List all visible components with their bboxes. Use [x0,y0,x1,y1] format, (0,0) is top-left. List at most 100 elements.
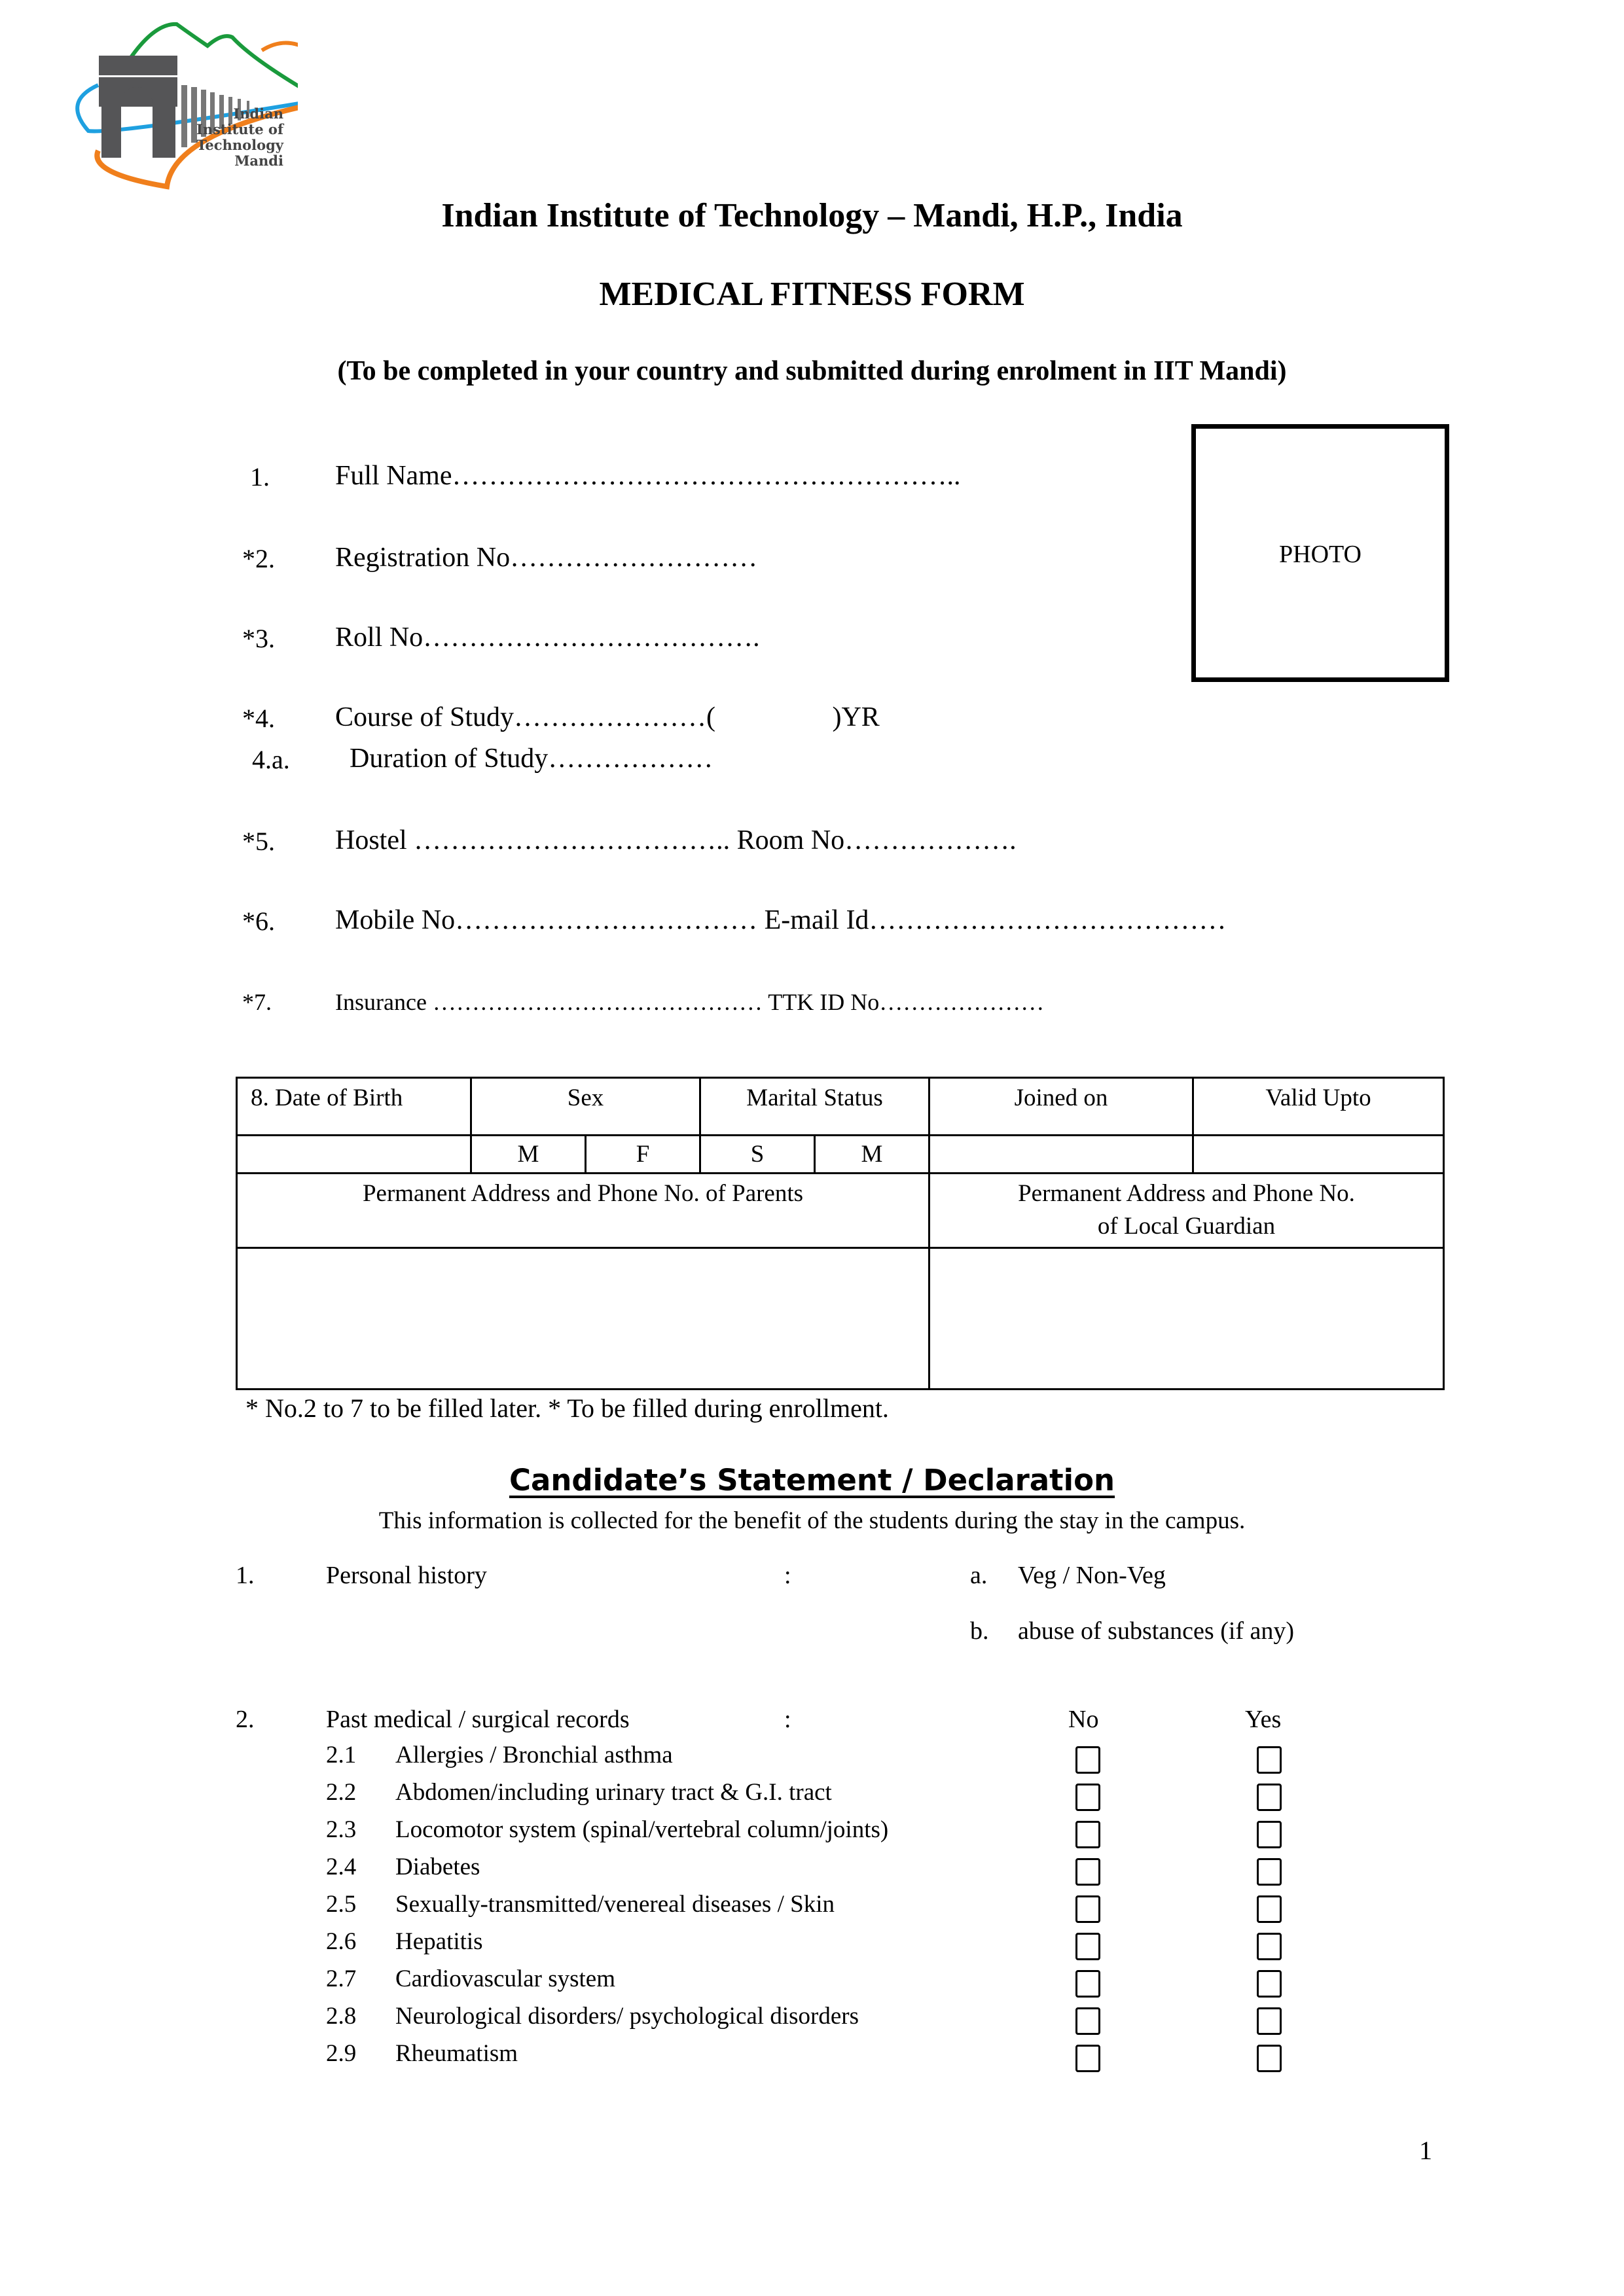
marital-married-label: M [861,1141,883,1168]
past-records-number: 2. [236,1706,255,1733]
parents-address-label: Permanent Address and Phone No. of Paren… [362,1180,804,1207]
declaration-heading: Candidate’s Statement / Declaration [509,1463,1115,1498]
record-no-checkbox[interactable] [1075,2045,1100,2072]
insurance-ttk-field[interactable]: Insurance …………………………………… TTK ID No………………… [335,988,1044,1016]
valid-upto-header-label: Valid Upto [1265,1085,1371,1111]
record-yes-checkbox[interactable] [1257,2045,1282,2072]
marital-married-cell[interactable]: M [814,1134,930,1174]
column-no-label: No [1068,1706,1099,1733]
full-name-field[interactable]: Full Name……………………………………………….. [335,460,960,492]
personal-history-number: 1. [236,1562,255,1589]
guardian-address-cell[interactable] [928,1247,1445,1390]
marital-single-label: S [750,1141,765,1168]
past-records-label: Past medical / surgical records [326,1706,630,1733]
marital-single-cell[interactable]: S [699,1134,816,1174]
roll-no-field[interactable]: Roll No………………………………. [335,622,760,653]
dob-cell[interactable] [236,1134,472,1174]
record-yes-checkbox[interactable] [1257,1858,1282,1886]
form-subtitle: (To be completed in your country and sub… [337,356,1287,386]
record-yes-checkbox[interactable] [1257,1895,1282,1923]
marital-status-header: Marital Status [699,1077,930,1136]
record-number: 2.5 [326,1891,357,1918]
field-number: *4. [242,704,275,733]
field-number: *5. [242,827,275,856]
record-no-checkbox[interactable] [1075,1933,1100,1960]
field-number: *7. [242,989,272,1015]
record-no-checkbox[interactable] [1075,1821,1100,1848]
record-number: 2.6 [326,1928,357,1955]
diet-field[interactable]: Veg / Non-Veg [1018,1561,1166,1590]
sex-male-label: M [517,1141,539,1168]
parents-address-cell[interactable] [236,1247,930,1390]
diet-letter: a. [970,1562,988,1589]
field-number: *3. [242,624,275,653]
declaration-info: This information is collected for the be… [378,1507,1246,1534]
record-yes-checkbox[interactable] [1257,1746,1282,1774]
guardian-address-header: Permanent Address and Phone No. of Local… [928,1172,1445,1249]
logo-gate-icon [99,56,177,158]
record-yes-checkbox[interactable] [1257,1970,1282,1998]
course-of-study-field[interactable]: Course of Study…………………( )YR [335,702,880,733]
joined-on-cell[interactable] [928,1134,1194,1174]
photo-box[interactable]: PHOTO [1191,424,1449,682]
parents-address-header: Permanent Address and Phone No. of Paren… [236,1172,930,1249]
valid-upto-header: Valid Upto [1192,1077,1445,1136]
record-number: 2.2 [326,1779,357,1806]
record-label: Sexually-transmitted/venereal diseases /… [395,1891,835,1918]
marital-status-header-label: Marital Status [746,1085,883,1111]
record-no-checkbox[interactable] [1075,1895,1100,1923]
record-yes-checkbox[interactable] [1257,1784,1282,1811]
sex-female-cell[interactable]: F [585,1134,701,1174]
record-number: 2.8 [326,2003,357,2030]
logo-text-line: Technology [196,137,283,153]
registration-no-field[interactable]: Registration No……………………… [335,542,757,573]
record-label: Locomotor system (spinal/vertebral colum… [395,1816,889,1843]
record-label: Neurological disorders/ psychological di… [395,2003,859,2030]
column-yes-label: Yes [1245,1706,1282,1733]
record-no-checkbox[interactable] [1075,2007,1100,2035]
record-yes-checkbox[interactable] [1257,1933,1282,1960]
record-number: 2.3 [326,1816,357,1843]
valid-upto-cell[interactable] [1192,1134,1445,1174]
field-number: *6. [242,906,275,936]
record-no-checkbox[interactable] [1075,1784,1100,1811]
record-number: 2.1 [326,1742,357,1768]
record-label: Diabetes [395,1854,480,1880]
record-no-checkbox[interactable] [1075,1746,1100,1774]
record-yes-checkbox[interactable] [1257,2007,1282,2035]
field-number: 1. [250,462,270,492]
sex-header: Sex [470,1077,701,1136]
substance-abuse-field[interactable]: abuse of substances (if any) [1018,1617,1294,1645]
form-title: MEDICAL FITNESS FORM [599,276,1025,313]
logo-text-line: Indian [233,105,283,122]
record-label: Cardiovascular system [395,1965,615,1992]
guardian-address-label-line1: Permanent Address and Phone No. [1018,1180,1355,1207]
field-number: *2. [242,544,275,573]
record-no-checkbox[interactable] [1075,1858,1100,1886]
record-number: 2.7 [326,1965,357,1992]
personal-history-colon: : [784,1562,791,1589]
page-number: 1 [1419,2136,1432,2165]
sex-male-cell[interactable]: M [470,1134,586,1174]
sex-header-label: Sex [567,1085,604,1111]
record-label: Rheumatism [395,2040,518,2067]
record-yes-checkbox[interactable] [1257,1821,1282,1848]
logo-text: Indian Institute of Technology Mandi [196,106,283,169]
hostel-room-field[interactable]: Hostel …………………………….. Room No………………. [335,825,1017,856]
field-number: 4.a. [252,745,290,774]
record-label: Abdomen/including urinary tract & G.I. t… [395,1779,832,1806]
logo-text-line: Institute of [196,121,283,137]
institute-title: Indian Institute of Technology – Mandi, … [441,197,1183,234]
duration-of-study-field[interactable]: Duration of Study……………… [350,743,713,774]
personal-history-label: Personal history [326,1562,487,1589]
record-number: 2.9 [326,2040,357,2067]
joined-on-header-label: Joined on [1014,1085,1108,1111]
guardian-address-label-line2: of Local Guardian [1097,1213,1276,1240]
substance-letter: b. [970,1617,989,1645]
record-no-checkbox[interactable] [1075,1970,1100,1998]
dob-header: 8. Date of Birth [236,1077,472,1136]
student-info-table: 8. Date of Birth Sex Marital Status Join… [236,1077,1445,1390]
footnote: * No.2 to 7 to be filled later. * To be … [245,1393,889,1423]
mobile-email-field[interactable]: Mobile No…………………………… E-mail Id…………………………… [335,905,1226,936]
record-number: 2.4 [326,1854,357,1880]
